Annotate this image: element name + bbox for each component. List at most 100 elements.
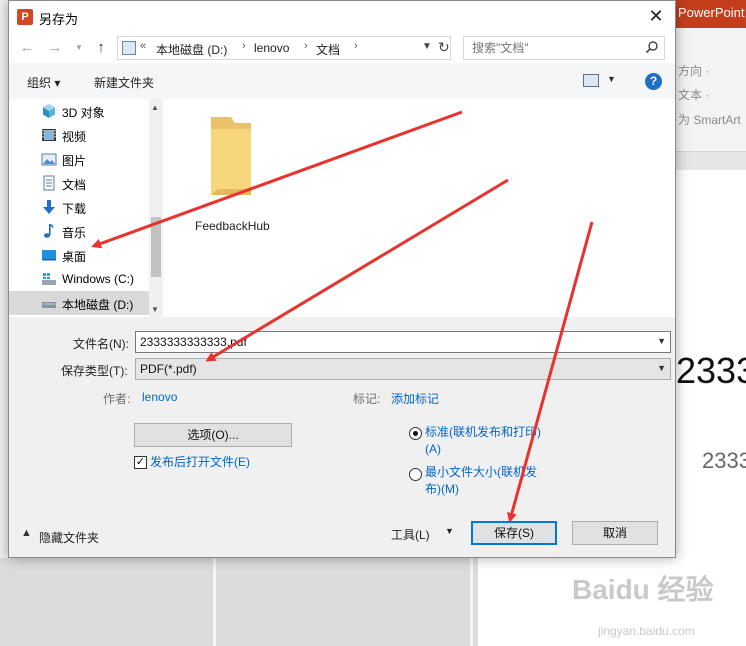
tools-dropdown-icon[interactable]: ▼ xyxy=(445,526,454,536)
standard-option-line2[interactable]: (A) xyxy=(425,441,441,457)
scroll-up-icon[interactable]: ▲ xyxy=(151,103,159,112)
nav-item-documents[interactable]: 文档 xyxy=(9,171,149,195)
breadcrumb-chevron-icon: › xyxy=(354,40,358,52)
nav-item-label: 下载 xyxy=(62,202,87,216)
organize-button[interactable]: 组织 ▾ xyxy=(27,74,60,91)
save-type-value: PDF(*.pdf) xyxy=(140,362,197,376)
windows-drive-icon xyxy=(42,273,56,285)
watermark: Baidu 经验 xyxy=(572,574,714,605)
folder-name: FeedbackHub xyxy=(195,219,270,233)
nav-item-label: 图片 xyxy=(62,154,87,168)
powerpoint-app-icon: P xyxy=(17,9,33,25)
nav-item-label: 桌面 xyxy=(62,250,87,264)
help-icon[interactable]: ? xyxy=(645,73,662,90)
save-type-dropdown-icon[interactable]: ▼ xyxy=(657,363,666,373)
nav-item-videos[interactable]: 视频 xyxy=(9,123,149,147)
scroll-down-icon[interactable]: ▼ xyxy=(151,305,159,314)
background-left-strip xyxy=(0,0,8,646)
nav-item-pictures[interactable]: 图片 xyxy=(9,147,149,171)
address-overflow[interactable]: « xyxy=(140,40,146,52)
nav-scrollbar[interactable]: ▲ ▼ xyxy=(149,99,163,317)
refresh-icon[interactable]: ↻ xyxy=(438,39,450,56)
location-icon xyxy=(122,41,136,55)
nav-scroll-thumb[interactable] xyxy=(151,217,161,277)
nav-item-windows-c[interactable]: Windows (C:) xyxy=(9,267,149,291)
nav-item-3d-objects[interactable]: 3D 对象 xyxy=(9,99,149,123)
video-icon xyxy=(42,129,56,141)
powerpoint-title: PowerPoint xyxy=(678,5,745,20)
open-after-publish-label[interactable]: 发布后打开文件(E) xyxy=(150,454,250,470)
search-box[interactable] xyxy=(463,36,665,60)
filename-input[interactable]: 2333333333333.pdf ▼ xyxy=(135,331,671,353)
close-button[interactable]: ✕ xyxy=(643,5,669,29)
slide-thumbnail-strip xyxy=(0,558,478,646)
address-bar[interactable]: « 本地磁盘 (D:) › lenovo › 文档 › ▼ ↻ xyxy=(117,36,451,60)
filename-dropdown-icon[interactable]: ▼ xyxy=(657,336,666,346)
address-dropdown-icon[interactable]: ▼ xyxy=(422,41,432,52)
save-type-label: 保存类型(T): xyxy=(61,364,128,378)
standard-radio[interactable] xyxy=(409,427,422,440)
breadcrumb-documents[interactable]: 文档 xyxy=(316,41,340,58)
dialog-title-bar: P 另存为 ✕ xyxy=(9,1,675,33)
search-icon[interactable] xyxy=(645,40,659,54)
minimum-size-radio[interactable] xyxy=(409,468,422,481)
nav-item-downloads[interactable]: 下载 xyxy=(9,195,149,219)
save-as-dialog: P 另存为 ✕ ← → ▼ ↑ « 本地磁盘 (D:) › lenovo › 文… xyxy=(8,0,676,558)
slide-subtitle: 2333 xyxy=(702,448,746,473)
minimum-option-line1[interactable]: 最小文件大小(联机发 xyxy=(425,464,537,480)
folder-item-feedbackhub[interactable]: FeedbackHub xyxy=(191,113,281,233)
filename-label: 文件名(N): xyxy=(73,337,129,351)
breadcrumb-chevron-icon: › xyxy=(242,40,246,52)
ribbon-item-text: 文本 · xyxy=(678,88,710,102)
save-options-panel: 文件名(N): 2333333333333.pdf ▼ 保存类型(T): PDF… xyxy=(9,317,675,557)
ribbon-item-direction: 方向 · xyxy=(678,64,710,78)
drive-icon xyxy=(42,302,56,308)
filename-value: 2333333333333.pdf xyxy=(140,335,247,349)
hide-folders-label: 隐藏文件夹 xyxy=(39,531,100,545)
nav-item-local-disk-d[interactable]: 本地磁盘 (D:) xyxy=(9,291,149,315)
standard-option-line1[interactable]: 标准(联机发布和打印) xyxy=(425,424,541,440)
breadcrumb-chevron-icon: › xyxy=(304,40,308,52)
breadcrumb-drive-d[interactable]: 本地磁盘 (D:) xyxy=(156,41,227,58)
nav-item-desktop[interactable]: 桌面 xyxy=(9,243,149,267)
command-toolbar: 组织 ▾ 新建文件夹 ▼ ? xyxy=(9,63,675,99)
navigation-pane: 3D 对象 视频 图片 文档 下载 音乐 桌面 Windows (C:) 本地磁… xyxy=(9,99,163,317)
save-button[interactable]: 保存(S) xyxy=(471,521,557,545)
nav-item-music[interactable]: 音乐 xyxy=(9,219,149,243)
forward-arrow-icon[interactable]: → xyxy=(45,38,65,58)
download-icon xyxy=(43,200,55,214)
slide-title: 2333 xyxy=(676,350,746,391)
thumbnail-divider xyxy=(470,558,473,646)
open-after-publish-checkbox[interactable]: ✓ xyxy=(134,456,147,469)
pictures-icon xyxy=(41,153,57,166)
view-dropdown-icon[interactable]: ▼ xyxy=(607,74,616,84)
author-value[interactable]: lenovo xyxy=(142,390,177,404)
add-tags-link[interactable]: 添加标记 xyxy=(391,390,439,407)
search-input[interactable] xyxy=(464,37,640,59)
nav-item-label: 3D 对象 xyxy=(62,106,105,120)
cancel-button[interactable]: 取消 xyxy=(572,521,658,545)
powerpoint-ribbon: 方向 · 文本 · 为 SmartArt xyxy=(676,28,746,152)
desktop-icon xyxy=(42,250,56,261)
nav-item-label: 视频 xyxy=(62,130,87,144)
nav-item-label: 文档 xyxy=(62,178,87,192)
up-arrow-icon[interactable]: ↑ xyxy=(91,38,111,58)
save-type-select[interactable]: PDF(*.pdf) ▼ xyxy=(135,358,671,380)
new-folder-button[interactable]: 新建文件夹 xyxy=(94,74,154,91)
thumbnail-divider xyxy=(213,558,216,646)
options-button[interactable]: 选项(O)... xyxy=(134,423,292,447)
hide-folders-toggle[interactable]: ▲ 隐藏文件夹 xyxy=(21,527,131,545)
ribbon-item-smartart: 为 SmartArt xyxy=(678,113,741,127)
nav-item-label: 音乐 xyxy=(62,226,87,240)
view-options-icon[interactable] xyxy=(583,74,599,87)
documents-icon xyxy=(43,175,55,191)
author-label: 作者: xyxy=(103,392,131,406)
minimum-option-line2[interactable]: 布)(M) xyxy=(425,481,459,497)
tools-menu[interactable]: 工具(L) xyxy=(391,526,430,543)
dialog-title: 另存为 xyxy=(39,12,79,27)
recent-dropdown-icon[interactable]: ▼ xyxy=(69,38,89,58)
back-arrow-icon[interactable]: ← xyxy=(17,38,37,58)
breadcrumb-lenovo[interactable]: lenovo xyxy=(254,41,289,55)
music-icon xyxy=(44,224,54,238)
navigation-bar: ← → ▼ ↑ « 本地磁盘 (D:) › lenovo › 文档 › ▼ ↻ xyxy=(9,33,675,63)
